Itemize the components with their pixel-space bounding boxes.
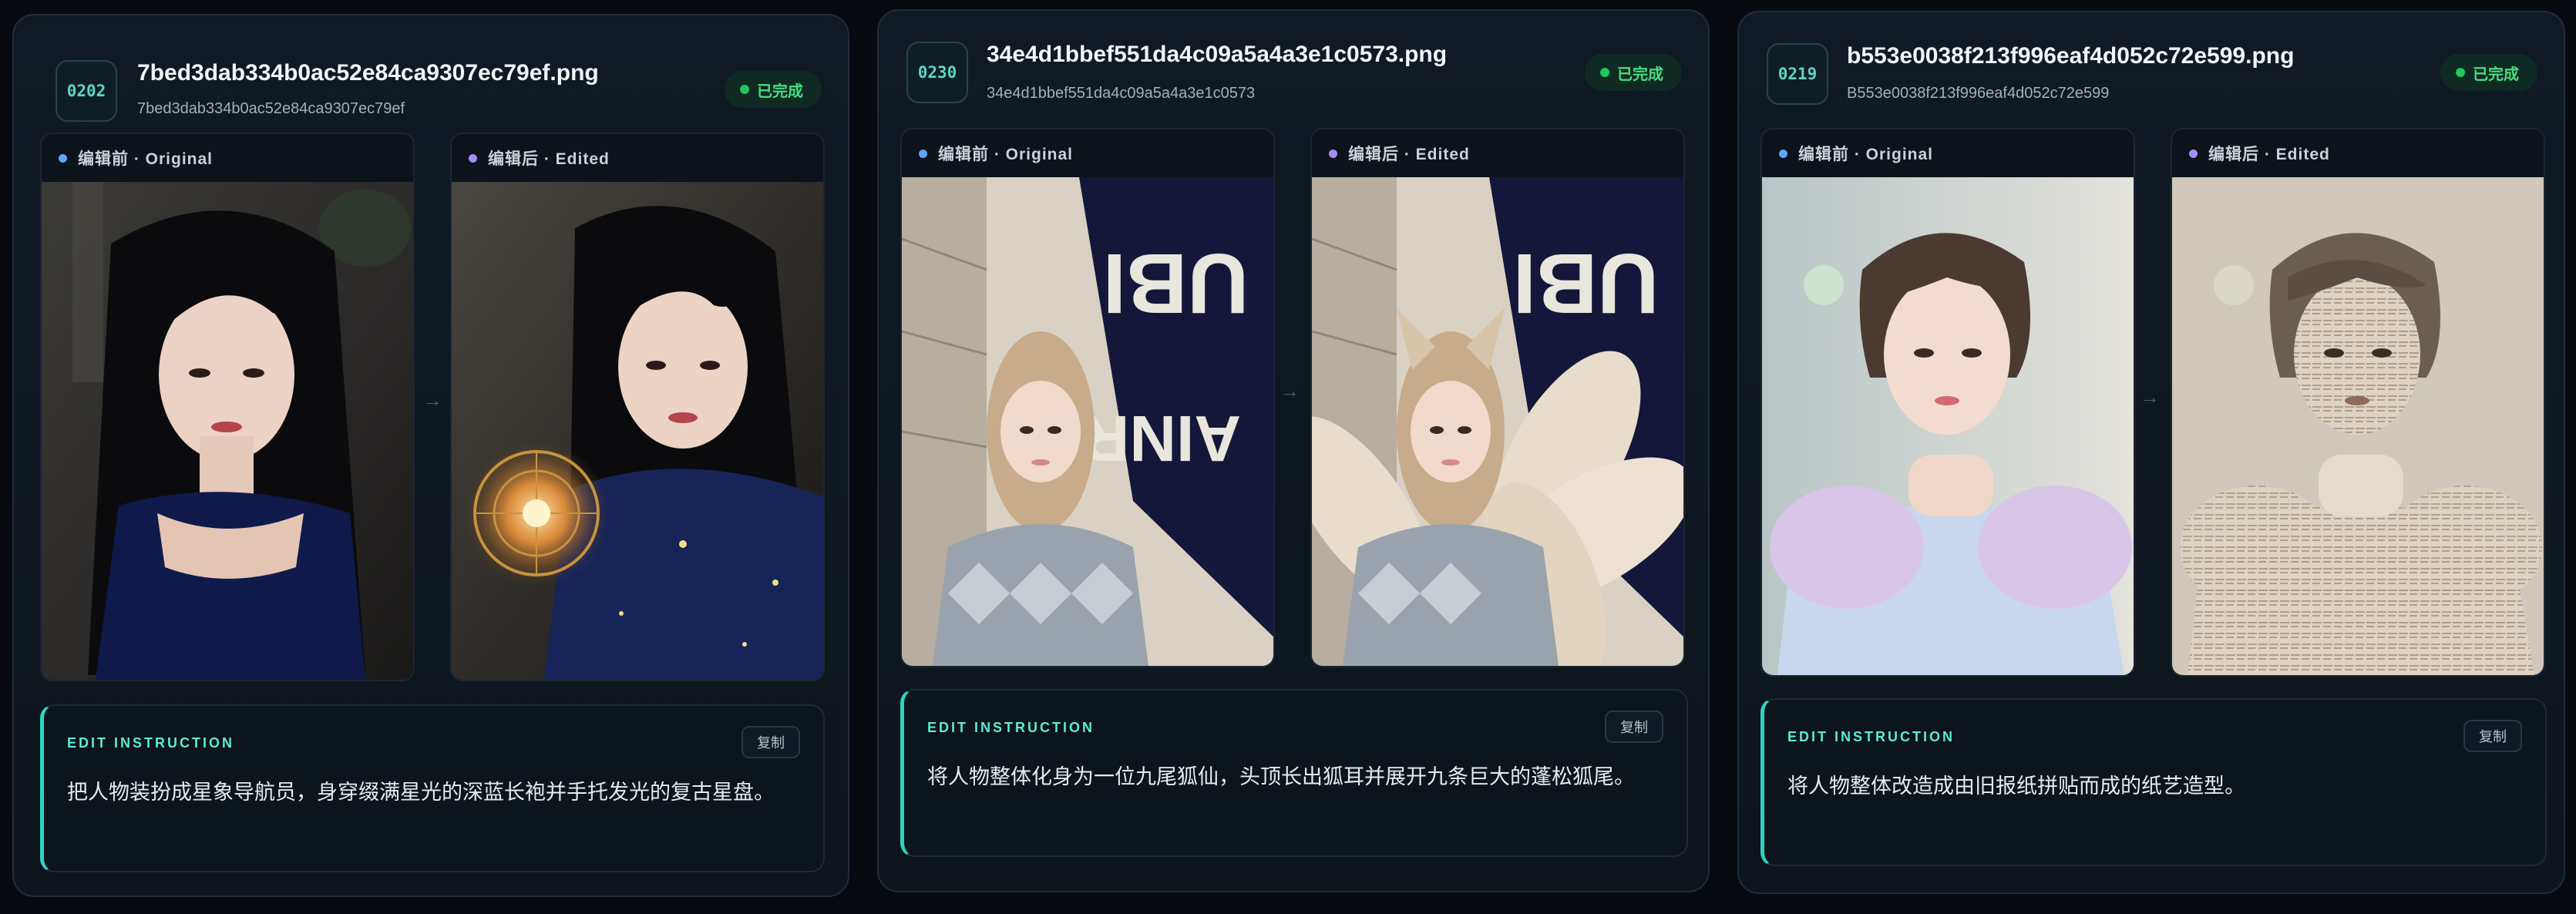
edited-image[interactable] [2172,177,2544,675]
panel-label-edited: 编辑后 · Edited [1312,129,1683,177]
copy-button[interactable]: 复制 [1605,711,1663,743]
instruction-title: EDIT INSTRUCTION [927,720,1095,735]
original-image[interactable] [42,182,413,680]
status-badge: 已完成 [725,71,822,108]
status-label: 已完成 [1617,66,1663,83]
portrait-photo-original [42,182,413,680]
svg-text:UBI: UBI [1103,236,1249,331]
original-label: 编辑前 · Original [1798,146,1934,163]
svg-text:UBI: UBI [1513,236,1659,331]
original-image[interactable]: UBI AINR [902,177,1273,666]
status-label: 已完成 [757,82,803,100]
file-name: 34e4d1bbef551da4c09a5a4a3e1c0573.png [987,42,1448,67]
panel-label-edited: 编辑后 · Edited [452,134,823,182]
original-image-panel: 编辑前 · Original [1760,128,2135,677]
svg-text:AINR: AINR [1083,402,1241,475]
item-id-badge: 0230 [906,42,968,103]
file-name: b553e0038f213f996eaf4d052c72e599.png [1847,43,2295,69]
portrait-photo-edited [452,182,823,680]
edited-image-panel: 编辑后 · Edited UBI [1310,128,1685,667]
original-label: 编辑前 · Original [78,150,214,168]
instruction-title: EDIT INSTRUCTION [67,735,234,751]
instruction-text: 将人物整体改造成由旧报纸拼贴而成的纸艺造型。 [1787,775,2245,798]
edited-dot-icon [2189,149,2198,158]
instruction-title: EDIT INSTRUCTION [1787,729,1955,744]
status-dot-icon [740,85,749,94]
card-header: 0219 b553e0038f213f996eaf4d052c72e599.pn… [1739,12,2564,128]
original-image-panel: 编辑前 · Original [40,133,415,681]
item-id-badge: 0219 [1767,43,1828,105]
file-name: 7bed3dab334b0ac52e84ca9307ec79ef.png [137,60,599,86]
original-image[interactable] [1762,177,2134,675]
edited-dot-icon [469,153,477,163]
edit-instruction-box: EDIT INSTRUCTION 复制 把人物装扮成星象导航员，身穿缀满星光的深… [40,704,825,872]
result-card: 0230 34e4d1bbef551da4c09a5a4a3e1c0573.pn… [877,9,1710,892]
edited-label: 编辑后 · Edited [2208,146,2330,163]
edited-dot-icon [1329,149,1337,158]
arrow-right-icon: → [2140,385,2160,408]
portrait-photo-edited: UBI [1312,177,1683,666]
edit-instruction-box: EDIT INSTRUCTION 复制 将人物整体化身为一位九尾狐仙，头顶长出狐… [900,689,1688,857]
file-hash: 34e4d1bbef551da4c09a5a4a3e1c0573 [987,85,1256,102]
status-label: 已完成 [2473,66,2519,83]
panel-label-edited: 编辑后 · Edited [2172,129,2544,177]
edit-instruction-box: EDIT INSTRUCTION 复制 将人物整体改造成由旧报纸拼贴而成的纸艺造… [1760,698,2547,866]
card-header: 0202 7bed3dab334b0ac52e84ca9307ec79ef.pn… [14,15,848,131]
status-badge: 已完成 [2440,54,2537,91]
card-header: 0230 34e4d1bbef551da4c09a5a4a3e1c0573.pn… [879,11,1708,126]
file-hash: B553e0038f213f996eaf4d052c72e599 [1847,85,2110,102]
copy-button[interactable]: 复制 [2463,720,2522,752]
arrow-right-icon: → [1280,379,1300,402]
edited-label: 编辑后 · Edited [1348,146,1470,163]
panel-label-original: 编辑前 · Original [1762,129,2134,177]
edited-image-panel: 编辑后 · Edited [450,133,825,681]
panel-label-original: 编辑前 · Original [902,129,1273,177]
status-dot-icon [2456,68,2465,77]
original-label: 编辑前 · Original [938,146,1074,163]
portrait-photo-original [1762,177,2134,675]
original-dot-icon [919,149,927,158]
copy-button[interactable]: 复制 [742,726,800,758]
item-id-badge: 0202 [55,60,117,122]
edited-image[interactable] [452,182,823,680]
file-hash: 7bed3dab334b0ac52e84ca9307ec79ef [137,100,405,117]
instruction-text: 将人物整体化身为一位九尾狐仙，头顶长出狐耳并展开九条巨大的蓬松狐尾。 [927,765,1635,788]
panel-label-original: 编辑前 · Original [42,134,413,182]
edited-image-panel: 编辑后 · Edited [2171,128,2545,677]
result-card: 0219 b553e0038f213f996eaf4d052c72e599.pn… [1737,11,2565,894]
instruction-text: 把人物装扮成星象导航员，身穿缀满星光的深蓝长袍并手托发光的复古星盘。 [67,781,775,804]
result-card: 0202 7bed3dab334b0ac52e84ca9307ec79ef.pn… [12,14,849,897]
original-image-panel: 编辑前 · Original UBI AINR [900,128,1275,667]
edited-label: 编辑后 · Edited [488,150,610,168]
original-dot-icon [59,153,67,163]
status-dot-icon [1600,68,1609,77]
portrait-photo-edited [2172,177,2544,675]
arrow-right-icon: → [422,388,442,412]
edited-image[interactable]: UBI [1312,177,1683,666]
portrait-photo-original: UBI AINR [902,177,1273,666]
original-dot-icon [1779,149,1787,158]
status-badge: 已完成 [1585,54,1682,91]
